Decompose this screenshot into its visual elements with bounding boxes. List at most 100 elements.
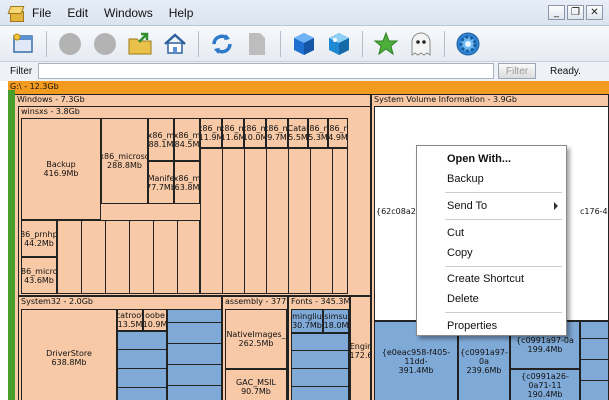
treemap-cell-engine[interactable]: Engin 172.6 [350,296,370,400]
treemap-cell-c0991a26[interactable]: {c0991a26-0a71-11 190.4Mb [510,369,580,400]
treemap-cell-x86-micros[interactable]: x86_micros43.6Mb [21,257,57,294]
menu-item-create-shortcut[interactable]: Create Shortcut [447,271,524,287]
treemap-cell[interactable]: x86_m10.0M [244,118,266,148]
treemap-cell[interactable]: x86_m 63.8M [174,161,200,204]
open-folder-button[interactable] [125,29,155,59]
menu-separator [445,219,562,220]
restore-button[interactable]: ❐ [567,5,584,20]
filter-input[interactable] [38,63,494,79]
new-window-icon [13,33,33,53]
minimize-button[interactable]: _ [548,5,565,20]
treemap-cell-catal[interactable]: Catal 5.5M [288,118,308,148]
app-icon [8,5,24,22]
treemap-cell-catroot[interactable]: catroot 13.5M [117,309,143,331]
menu-edit[interactable]: Edit [59,6,96,20]
windows-folder[interactable]: Windows - 7.3Gb winsxs - 3.8Gb Backup 416… [14,94,371,400]
menu-item-cut[interactable]: Cut [447,225,464,241]
back-button[interactable] [55,29,85,59]
toolbar-separator [280,30,281,57]
document-button[interactable] [242,29,272,59]
treemap-blue-cells[interactable] [291,333,349,400]
treemap-cell-x86-prnhp[interactable]: x86_prnhp044.2Mb [21,220,57,257]
filter-label: Filter [10,65,33,77]
document-disabled-icon [249,32,265,55]
toolbar-separator [198,30,199,57]
menu-item-open-with[interactable]: Open With... [447,151,511,167]
ghost-button[interactable] [406,29,436,59]
menu-file[interactable]: File [24,6,59,20]
treemap-cell[interactable]: x86_m11.9M [200,118,222,148]
back-disabled-icon [59,32,81,55]
open-folder-icon [128,32,152,54]
system32-title: System32 - 2.0Gb [21,297,93,306]
menu-separator [445,266,562,267]
treemap-margin [0,81,8,400]
treemap-blue-cells[interactable] [167,309,221,400]
treemap-cell[interactable]: x86_m11.6M [222,118,244,148]
treemap-cell-driverstore[interactable]: DriverStore 638.8Mb [21,309,117,400]
home-button[interactable] [160,29,190,59]
close-button[interactable]: ✕ [586,5,603,20]
menu-windows[interactable]: Windows [96,6,161,20]
toolbar [0,26,609,62]
toolbar-separator [46,30,47,57]
fonts-folder[interactable]: Fonts - 345.3M mingliu 30.7Mb simsu 18.0M [288,296,350,400]
treemap-blue-cells[interactable] [580,321,608,400]
treemap-cell-oobe[interactable]: oobe 10.9M [143,309,167,331]
assembly-title: assembly - 377. [225,297,288,306]
fonts-title: Fonts - 345.3M [291,297,350,306]
status-text: Ready. [550,65,581,77]
cube-star-button[interactable] [324,29,354,59]
treemap-small-cells[interactable] [57,220,200,294]
menu-item-properties[interactable]: Properties [447,318,497,334]
toolbar-separator [444,30,445,57]
treemap-cell-x86-microso[interactable]: x86_microso 288.8Mb [101,118,148,204]
treemap-cell-simsun[interactable]: simsu 18.0M [323,309,349,333]
green-star-icon [373,31,399,55]
ghost-icon [411,32,431,56]
winsxs-folder[interactable]: winsxs - 3.8Gb Backup 416.9Mb x86_microso… [18,106,370,296]
menu-item-copy[interactable]: Copy [447,245,473,261]
home-icon [164,32,186,54]
treemap-cell[interactable]: x86_m 88.1M [148,118,174,161]
refresh-button[interactable] [207,29,237,59]
treemap-green-strip [8,90,15,400]
menu-help[interactable]: Help [161,6,202,20]
treemap-cell[interactable]: x86_m4.9M [328,118,348,148]
treemap-cell-gac-msil[interactable]: GAC_MSIL 90.7Mb [225,369,287,400]
treemap-label: c176-4 [580,207,608,216]
menu-separator [445,312,562,313]
treemap-cell-manife[interactable]: Manife77.7Mb [148,161,174,204]
forward-disabled-icon [94,32,116,55]
toolbar-separator [362,30,363,57]
treemap-small-cells[interactable] [200,148,348,294]
windows-title: Windows - 7.3Gb [17,95,85,104]
window-controls: _ ❐ ✕ [548,5,603,20]
treemap-cell-backup[interactable]: Backup 416.9Mb [21,118,101,220]
system32-folder[interactable]: System32 - 2.0Gb DriverStore 638.8Mb catr… [18,296,222,400]
settings-button[interactable] [453,29,483,59]
gear-icon [456,32,480,55]
treemap-cell[interactable]: x86_m9.7M [266,118,288,148]
treemap-cell-nativeimages[interactable]: NativeImages_ 262.5Mb [225,309,287,369]
refresh-icon [212,33,232,54]
treemap-blue-cells[interactable] [117,331,167,400]
context-menu: Open With... Backup Send To Cut Copy Cre… [416,145,567,336]
filter-bar: Filter Filter Ready. [0,62,609,80]
cube-view-button[interactable] [289,29,319,59]
menu-item-backup[interactable]: Backup [447,171,484,187]
menu-item-send-to[interactable]: Send To [447,198,487,214]
menu-bar: File Edit Windows Help _ ❐ ✕ [0,0,609,26]
new-window-button[interactable] [8,29,38,59]
assembly-folder[interactable]: assembly - 377. NativeImages_ 262.5Mb GAC… [222,296,288,400]
svi-title: System Volume Information - 3.9Gb [374,95,517,104]
menu-item-delete[interactable]: Delete [447,291,479,307]
treemap-cell[interactable]: x86_m5.3M [308,118,328,148]
favorite-button[interactable] [371,29,401,59]
treemap-cell[interactable]: x86_m 84.5M [174,118,200,161]
root-title[interactable]: G:\ - 12.3Gb [8,82,608,92]
forward-button[interactable] [90,29,120,59]
winsxs-title: winsxs - 3.8Gb [21,107,80,116]
filter-button[interactable]: Filter [498,63,536,79]
treemap-cell-mingliu[interactable]: mingliu 30.7Mb [291,309,323,333]
